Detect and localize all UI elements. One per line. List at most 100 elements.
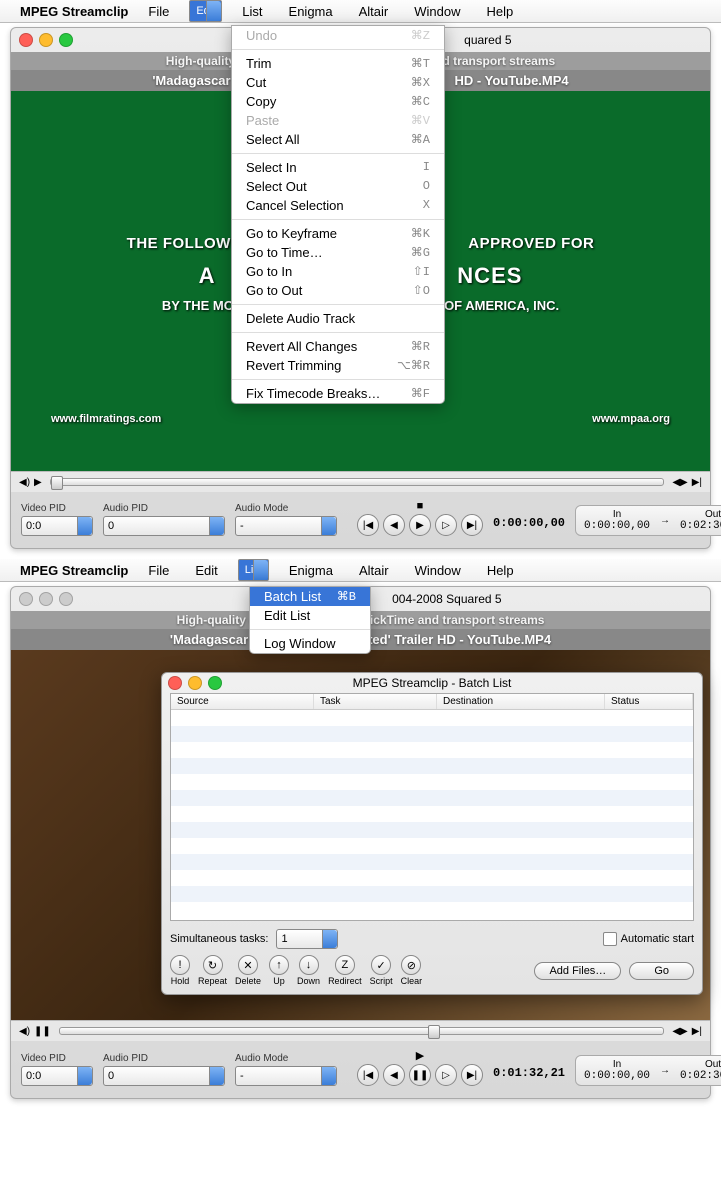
audio-mode-label: Audio Mode	[235, 503, 337, 514]
menu-item[interactable]: Delete Audio Track	[232, 309, 444, 328]
sim-tasks-label: Simultaneous tasks:	[170, 933, 268, 945]
menu-window[interactable]: Window	[408, 2, 466, 21]
delete-button[interactable]: ✕Delete	[235, 955, 261, 986]
skip-end-icon[interactable]: ◀▶	[672, 1026, 687, 1037]
audio-mode-label: Audio Mode	[235, 1053, 337, 1064]
menu-item[interactable]: Revert Trimming⌥⌘R	[232, 356, 444, 375]
play-button[interactable]: ▶	[409, 514, 431, 536]
play-icon: ▶	[416, 1049, 424, 1062]
close-icon[interactable]	[19, 592, 33, 606]
end-icon[interactable]: ▶|	[692, 477, 702, 488]
video-pid-select[interactable]: 0:0	[21, 516, 93, 536]
batch-table[interactable]: Source Task Destination Status	[170, 693, 694, 921]
audio-mode-select[interactable]: -	[235, 1066, 337, 1086]
menu-item[interactable]: Revert All Changes⌘R	[232, 337, 444, 356]
volume-icon[interactable]: ◀)	[19, 477, 30, 488]
menu-item[interactable]: Edit List	[250, 606, 370, 625]
volume-icon[interactable]: ◀)	[19, 1026, 30, 1037]
end-icon[interactable]: ▶|	[692, 1026, 702, 1037]
app-name: MPEG Streamclip	[20, 4, 128, 19]
menu-altair[interactable]: Altair	[353, 561, 395, 580]
script-button[interactable]: ✓Script	[370, 955, 393, 986]
minimize-icon[interactable]	[39, 592, 53, 606]
menu-altair[interactable]: Altair	[353, 2, 395, 21]
video-pid-select[interactable]: 0:0	[21, 1066, 93, 1086]
batch-titlebar[interactable]: MPEG Streamclip - Batch List	[162, 673, 702, 693]
speed-slider[interactable]	[499, 532, 559, 536]
timeline-track[interactable]	[59, 1027, 665, 1035]
scrubber[interactable]: ◀) ❚❚ ◀▶ ▶|	[11, 1020, 710, 1041]
menu-list[interactable]: List	[236, 2, 268, 21]
menu-help[interactable]: Help	[481, 561, 520, 580]
menu-item[interactable]: Fix Timecode Breaks…⌘F	[232, 384, 444, 403]
down-button[interactable]: ↓Down	[297, 955, 320, 986]
menu-edit[interactable]: Edit	[189, 0, 222, 22]
menu-item[interactable]: Log Window	[250, 634, 370, 653]
rewind-button[interactable]: |◀	[357, 1064, 379, 1086]
menu-item[interactable]: Select OutO	[232, 177, 444, 196]
menu-item[interactable]: Go to In⇧I	[232, 262, 444, 281]
step-back-button[interactable]: ◀	[383, 514, 405, 536]
menu-item[interactable]: Go to Keyframe⌘K	[232, 224, 444, 243]
audio-pid-select[interactable]: 0	[103, 1066, 225, 1086]
menu-item[interactable]: Go to Out⇧O	[232, 281, 444, 300]
menu-file[interactable]: File	[142, 561, 175, 580]
add-files-button[interactable]: Add Files…	[534, 962, 621, 980]
audio-mode-select[interactable]: -	[235, 516, 337, 536]
edit-menu-dropdown[interactable]: Undo⌘ZTrim⌘TCut⌘XCopy⌘CPaste⌘VSelect All…	[231, 25, 445, 404]
menubar-top[interactable]: MPEG Streamclip File Edit List Enigma Al…	[0, 0, 721, 23]
batch-list-window[interactable]: MPEG Streamclip - Batch List Source Task…	[161, 672, 703, 995]
stop-icon: ■	[417, 500, 424, 512]
menu-item[interactable]: Cut⌘X	[232, 73, 444, 92]
minimize-icon[interactable]	[188, 676, 202, 690]
redirect-button[interactable]: ZRedirect	[328, 955, 362, 986]
sim-tasks-select[interactable]: 1	[276, 929, 338, 949]
ffwd-button[interactable]: ▶|	[461, 514, 483, 536]
menu-help[interactable]: Help	[480, 2, 519, 21]
menu-file[interactable]: File	[142, 2, 175, 21]
rewind-button[interactable]: |◀	[357, 514, 379, 536]
menu-item[interactable]: Go to Time…⌘G	[232, 243, 444, 262]
pause-button[interactable]: ❚❚	[409, 1064, 431, 1086]
auto-start-checkbox[interactable]: Automatic start	[603, 932, 694, 946]
menu-item[interactable]: Select InI	[232, 158, 444, 177]
controls: Video PID 0:0 Audio PID 0 Audio Mode - ▶…	[11, 1041, 710, 1098]
skip-end-icon[interactable]: ◀▶	[672, 477, 687, 488]
step-back-button[interactable]: ◀	[383, 1064, 405, 1086]
menubar-bottom[interactable]: MPEG Streamclip File Edit List Enigma Al…	[0, 559, 721, 582]
minimize-icon[interactable]	[39, 33, 53, 47]
list-menu-dropdown[interactable]: Batch List⌘BEdit List Log Window	[249, 586, 371, 654]
clear-button[interactable]: ⊘Clear	[401, 955, 423, 986]
table-body[interactable]	[171, 710, 693, 920]
menu-edit[interactable]: Edit	[189, 561, 223, 580]
menu-item[interactable]: Trim⌘T	[232, 54, 444, 73]
close-icon[interactable]	[19, 33, 33, 47]
menu-enigma[interactable]: Enigma	[283, 2, 339, 21]
menu-item: Paste⌘V	[232, 111, 444, 130]
go-button[interactable]: Go	[629, 962, 694, 980]
menu-item[interactable]: Cancel SelectionX	[232, 196, 444, 215]
close-icon[interactable]	[168, 676, 182, 690]
hold-button[interactable]: !Hold	[170, 955, 190, 986]
pause-icon[interactable]: ❚❚	[34, 1026, 51, 1037]
audio-pid-select[interactable]: 0	[103, 516, 225, 536]
menu-list[interactable]: List	[238, 559, 269, 581]
zoom-icon[interactable]	[208, 676, 222, 690]
ffwd-button[interactable]: ▶|	[461, 1064, 483, 1086]
scrubber[interactable]: ◀) ▶ ◀▶ ▶|	[11, 471, 710, 492]
menu-window[interactable]: Window	[409, 561, 467, 580]
menu-item[interactable]: Copy⌘C	[232, 92, 444, 111]
menu-item[interactable]: Batch List⌘B	[250, 587, 370, 606]
step-fwd-button[interactable]: ▷	[435, 514, 457, 536]
table-header[interactable]: Source Task Destination Status	[171, 694, 693, 710]
menu-enigma[interactable]: Enigma	[283, 561, 339, 580]
zoom-icon[interactable]	[59, 33, 73, 47]
step-fwd-button[interactable]: ▷	[435, 1064, 457, 1086]
zoom-icon[interactable]	[59, 592, 73, 606]
timeline-track[interactable]	[50, 478, 665, 486]
repeat-button[interactable]: ↻Repeat	[198, 955, 227, 986]
up-button[interactable]: ↑Up	[269, 955, 289, 986]
speed-slider[interactable]	[499, 1082, 559, 1086]
play-icon[interactable]: ▶	[34, 477, 42, 488]
menu-item[interactable]: Select All⌘A	[232, 130, 444, 149]
